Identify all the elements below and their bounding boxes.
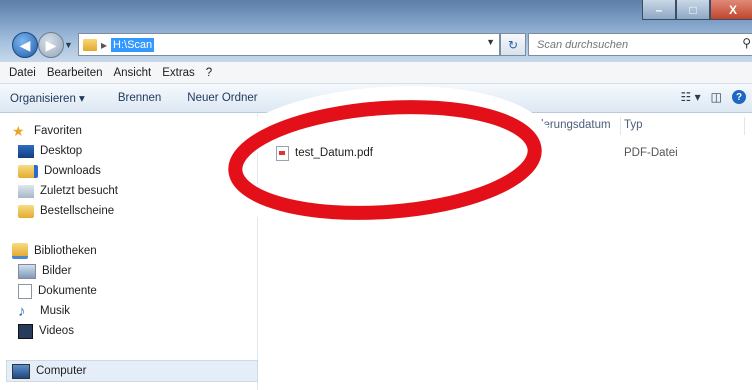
help-icon[interactable]: ? — [732, 90, 746, 104]
sidebar-item-label: Downloads — [44, 165, 101, 177]
sidebar-item-desktop[interactable]: Desktop — [18, 141, 82, 161]
search-icon[interactable]: ⚲ — [742, 36, 751, 50]
window-controls: – □ X — [642, 0, 752, 20]
preview-pane-icon[interactable]: ◫ — [711, 90, 722, 104]
sidebar-item-label: Computer — [36, 365, 87, 377]
libraries-icon — [12, 243, 28, 259]
address-path[interactable]: H:\Scan — [111, 37, 155, 52]
view-controls: ☷ ▾ ◫ ? — [681, 90, 746, 104]
navigation-pane: ★ Favoriten Desktop Downloads Zuletzt be… — [0, 113, 258, 390]
file-type: PDF-Datei — [624, 147, 678, 159]
search-box[interactable]: ⚲ — [528, 33, 752, 56]
sidebar-item-dokumente[interactable]: Dokumente — [18, 281, 97, 301]
address-dropdown-icon[interactable]: ▼ — [486, 37, 495, 47]
sidebar-item-bilder[interactable]: Bilder — [18, 261, 71, 281]
sidebar-item-label: Videos — [39, 325, 74, 337]
column-header-date[interactable]: Änderungsdatum — [523, 113, 611, 137]
column-divider[interactable] — [620, 117, 621, 135]
sidebar-item-label: Bilder — [42, 265, 72, 277]
menu-ansicht[interactable]: Ansicht — [113, 67, 151, 79]
videos-icon — [18, 323, 33, 339]
column-header-type[interactable]: Typ — [624, 113, 643, 137]
command-bar: Organisieren ▾ Brennen Neuer Ordner ☷ ▾ … — [0, 84, 752, 113]
refresh-icon: ↻ — [507, 37, 519, 52]
column-divider[interactable] — [744, 117, 745, 135]
address-bar[interactable]: ▸ H:\Scan ▼ — [78, 33, 500, 56]
breadcrumb-separator-icon: ▸ — [101, 37, 108, 52]
sidebar-item-label: Bibliotheken — [34, 245, 97, 257]
sidebar-item-computer[interactable]: Computer — [12, 361, 87, 381]
pdf-file-icon — [276, 145, 289, 161]
minimize-button[interactable]: – — [642, 0, 676, 20]
recent-places-icon — [18, 184, 34, 198]
menu-extras[interactable]: Extras — [162, 67, 195, 79]
file-name: test_Datum.pdf — [295, 147, 373, 159]
organize-button[interactable]: Organisieren ▾ — [10, 91, 85, 105]
downloads-icon — [18, 164, 38, 178]
sidebar-item-videos[interactable]: Videos — [18, 321, 74, 341]
search-input[interactable] — [535, 37, 729, 52]
folder-icon — [83, 38, 97, 51]
column-divider[interactable] — [518, 117, 519, 135]
sidebar-item-label: Dokumente — [38, 285, 97, 297]
sidebar-item-label: Zuletzt besucht — [40, 185, 118, 197]
sidebar-item-musik[interactable]: ♪ Musik — [18, 301, 70, 321]
documents-icon — [18, 283, 32, 299]
burn-button[interactable]: Brennen — [118, 92, 161, 104]
close-button[interactable]: X — [710, 0, 752, 20]
sidebar-item-label: Musik — [40, 305, 71, 317]
menu-datei[interactable]: Datei — [9, 67, 36, 79]
music-icon: ♪ — [18, 302, 26, 320]
computer-icon — [12, 363, 30, 379]
change-view-icon[interactable]: ☷ ▾ — [681, 90, 701, 104]
desktop-icon — [18, 144, 34, 158]
menu-bearbeiten[interactable]: Bearbeiten — [47, 67, 103, 79]
sidebar-item-favorites[interactable]: ★ Favoriten — [12, 121, 82, 141]
sidebar-item-label: Desktop — [40, 145, 83, 157]
back-button[interactable]: ◀ — [12, 32, 38, 58]
star-icon: ★ — [12, 122, 25, 139]
menu-bar: Datei Bearbeiten Ansicht Extras ? — [0, 62, 752, 84]
title-bar: – □ X ◀ ▶ ▼ ▸ H:\Scan ▼ ↻ ⚲ — [0, 0, 752, 62]
recent-pages-dropdown-icon[interactable]: ▼ — [64, 40, 73, 50]
navigation-row: ◀ ▶ ▼ ▸ H:\Scan ▼ ↻ ⚲ — [0, 30, 752, 58]
forward-arrow-icon: ▶ — [45, 36, 57, 53]
sidebar-item-label: Bestellscheine — [40, 205, 115, 217]
folder-icon — [18, 204, 34, 218]
sidebar-item-label: Favoriten — [34, 125, 82, 137]
refresh-button[interactable]: ↻ — [500, 33, 526, 56]
forward-button[interactable]: ▶ — [38, 32, 64, 58]
sidebar-item-libraries[interactable]: Bibliotheken — [12, 241, 97, 261]
maximize-button[interactable]: □ — [676, 0, 710, 20]
sidebar-item-bestellscheine[interactable]: Bestellscheine — [18, 201, 114, 221]
back-arrow-icon: ◀ — [19, 36, 31, 53]
file-row[interactable]: test_Datum.pdf — [276, 144, 373, 162]
column-header-name[interactable]: Name — [276, 113, 307, 137]
file-list: Name Änderungsdatum Typ test_Datum.pdf P… — [258, 113, 752, 390]
menu-help[interactable]: ? — [206, 67, 212, 79]
new-folder-button[interactable]: Neuer Ordner — [187, 92, 257, 104]
sidebar-item-recent[interactable]: Zuletzt besucht — [18, 181, 118, 201]
sidebar-item-downloads[interactable]: Downloads — [18, 161, 101, 181]
pictures-icon — [18, 263, 36, 279]
